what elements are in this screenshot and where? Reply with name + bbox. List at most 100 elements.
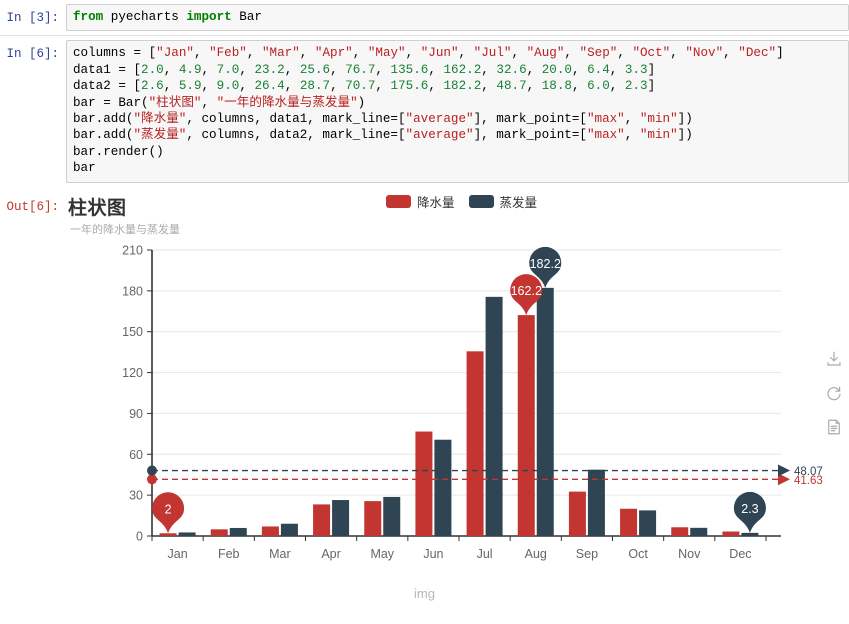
code-token: "Mar" — [261, 46, 300, 61]
code-token: 70.7 — [345, 79, 376, 94]
bar-Jan-2[interactable] — [178, 532, 196, 536]
code-editor-6[interactable]: columns = ["Jan", "Feb", "Mar", "Apr", "… — [66, 40, 849, 183]
code-token: , — [617, 46, 633, 61]
code-token: "Nov" — [685, 46, 724, 61]
x-axis-label: Jan — [168, 547, 188, 561]
code-token: columns = [ — [73, 46, 157, 61]
x-axis-label: Aug — [525, 547, 547, 561]
code-token: 4.9 — [178, 62, 202, 77]
code-token: , — [201, 95, 217, 110]
code-token: , — [458, 46, 474, 61]
code-token: 5.9 — [178, 79, 202, 94]
code-token: , — [375, 62, 391, 77]
bar-Feb-2[interactable] — [229, 527, 247, 536]
code-token: , — [193, 46, 210, 61]
code-token: , — [609, 62, 625, 77]
bar-Nov-2[interactable] — [690, 527, 708, 536]
x-axis-label: Nov — [678, 547, 701, 561]
bar-Dec-1[interactable] — [722, 531, 740, 536]
code-token: from — [73, 10, 111, 24]
markpoint-1-min[interactable]: 2 — [152, 491, 185, 533]
code-token: , — [571, 79, 588, 94]
code-token: , — [428, 62, 444, 77]
bar-Dec-2[interactable] — [741, 532, 759, 536]
image-caption: img — [414, 586, 435, 601]
code-token: "降水量" — [133, 112, 187, 127]
bar-Nov-1[interactable] — [671, 526, 689, 536]
chart-plot-area[interactable]: 0 30 60 90 120 150 180 210 Jan Feb Mar Apr May Jun Jul… — [66, 187, 849, 601]
bar-May-1[interactable] — [364, 500, 382, 536]
code-token: 2.6 — [141, 79, 164, 94]
bar-Jun-2[interactable] — [434, 439, 452, 536]
code-token: ]) — [677, 128, 693, 143]
code-token: 2.3 — [624, 79, 648, 94]
code-token: 23.2 — [254, 62, 285, 77]
code-token: 32.6 — [496, 62, 527, 77]
bar-Jul-2[interactable] — [485, 296, 503, 536]
bar-Oct-2[interactable] — [639, 510, 657, 536]
bar-Jul-1[interactable] — [466, 350, 484, 536]
code-token: 76.7 — [345, 62, 376, 77]
markline-start-dot-1 — [147, 473, 157, 484]
markpoint-label: 2 — [165, 502, 172, 516]
x-axis-label: Dec — [729, 547, 751, 561]
code-token: , — [526, 79, 542, 94]
y-axis-label: 90 — [129, 407, 143, 421]
code-token: , columns, data2, mark_line=[ — [186, 128, 406, 143]
code-editor-3[interactable]: from pyecharts import Bar — [66, 4, 849, 32]
code-token: , columns, data1, mark_line=[ — [186, 112, 406, 127]
markpoint-label: 162.2 — [511, 284, 542, 298]
bar-May-2[interactable] — [383, 496, 401, 536]
code-token: "max" — [586, 128, 625, 143]
code-token: ) — [357, 95, 366, 110]
code-token: "max" — [586, 112, 625, 127]
code-token: "min" — [639, 128, 678, 143]
code-token: , — [330, 62, 346, 77]
code-cell-3[interactable]: In [3]: from pyecharts import Bar — [0, 0, 849, 35]
code-token: "May" — [367, 46, 406, 61]
code-token: 20.0 — [541, 62, 572, 77]
code-token: "Jul" — [473, 46, 512, 61]
y-axis-label: 210 — [122, 243, 143, 257]
markline-label-2: 48.07 — [794, 466, 823, 478]
bar-Feb-1[interactable] — [210, 528, 228, 536]
bar-Jan-1[interactable] — [159, 532, 177, 536]
code-token: ], mark_point=[ — [473, 128, 587, 143]
echarts-bar-chart[interactable]: 柱状图 一年的降水量与蒸发量 降水量 蒸发量 0 30 60 90 120 15… — [66, 186, 849, 601]
bar-Aug-2[interactable] — [536, 287, 554, 536]
bar-Mar-2[interactable] — [280, 523, 298, 536]
code-token: , — [571, 62, 588, 77]
bar-Oct-1[interactable] — [620, 508, 638, 536]
code-token: , — [201, 79, 217, 94]
bar-Aug-1[interactable] — [517, 314, 535, 536]
input-prompt-3: In [3]: — [6, 11, 59, 25]
x-axis-label: Sep — [576, 547, 598, 561]
code-token: "Feb" — [209, 46, 247, 61]
x-axis-label: Jul — [477, 547, 493, 561]
code-token: bar.add( — [73, 128, 134, 143]
bar-Mar-1[interactable] — [261, 526, 279, 536]
y-axis-label: 0 — [136, 529, 143, 543]
code-token: , — [163, 79, 179, 94]
bar-Sep-1[interactable] — [568, 491, 586, 536]
code-token: , — [375, 79, 391, 94]
code-token: 7.0 — [216, 62, 240, 77]
x-axis-label: Oct — [628, 547, 648, 561]
code-token: 18.8 — [541, 79, 572, 94]
bar-Apr-2[interactable] — [332, 499, 350, 536]
code-line: data1 = [2.0, 4.9, 7.0, 23.2, 25.6, 76.7… — [73, 62, 842, 78]
markpoint-2-min[interactable]: 2.3 — [733, 491, 766, 533]
code-token: , — [428, 79, 444, 94]
code-token: "Jan" — [156, 46, 194, 61]
code-token: "Oct" — [632, 46, 671, 61]
code-cell-6[interactable]: In [6]: columns = ["Jan", "Feb", "Mar", … — [0, 36, 849, 186]
code-token: "Dec" — [738, 46, 777, 61]
x-axis-label: Mar — [269, 547, 291, 561]
code-token: 162.2 — [443, 62, 482, 77]
code-token: , — [564, 46, 580, 61]
x-axis-label: May — [370, 547, 394, 561]
bar-Apr-1[interactable] — [313, 504, 331, 536]
bar-Jun-1[interactable] — [415, 431, 433, 536]
code-token: bar = Bar( — [73, 95, 149, 110]
code-token: , — [352, 46, 368, 61]
